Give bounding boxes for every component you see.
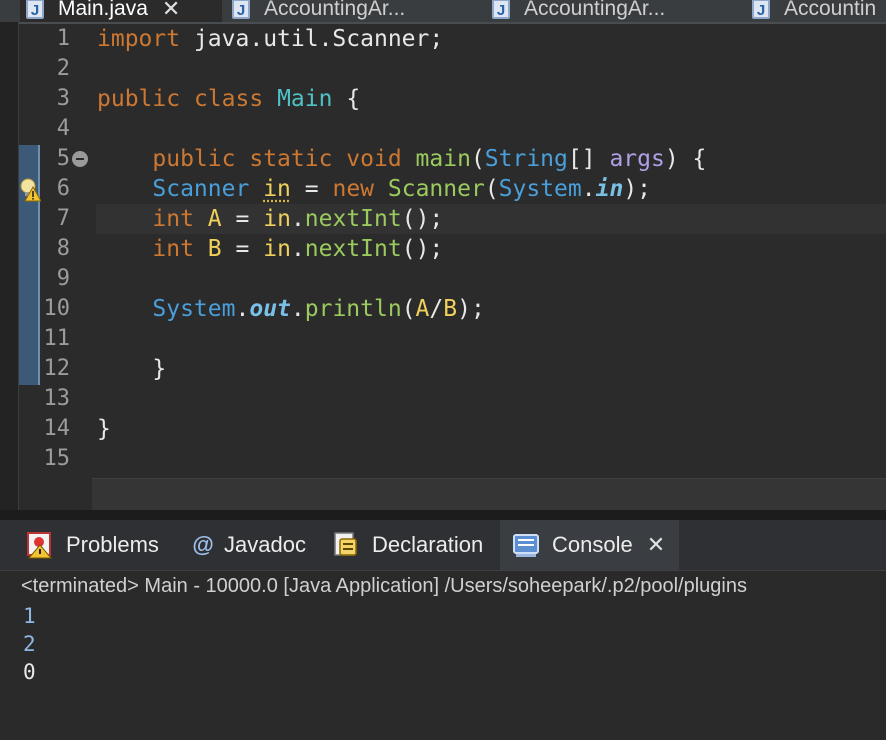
code-line: 15 (19, 444, 886, 474)
tab-accounting-2[interactable]: J AccountingAr... (492, 0, 665, 22)
code-text: public class Main { (97, 86, 361, 112)
line-number: 4 (56, 116, 70, 141)
code-line: 13 (19, 384, 886, 414)
code-line: 14 } (19, 414, 886, 444)
line-number: 10 (43, 296, 71, 321)
code-line: 9 (19, 264, 886, 294)
tab-label: Problems (66, 532, 159, 557)
line-number: 11 (43, 326, 71, 351)
code-line: 5 public static void main(String[] args)… (19, 144, 886, 174)
code-text: int B = in.nextInt(); (152, 236, 444, 262)
tab-label: Declaration (372, 532, 484, 557)
code-line: 2 (19, 54, 886, 84)
line-number: 14 (43, 416, 71, 441)
tab-console[interactable]: Console ✕ (500, 520, 680, 570)
code-line: 11 (19, 324, 886, 354)
tab-javadoc[interactable]: @ Javadoc (192, 520, 306, 570)
line-number: 13 (43, 386, 71, 411)
tab-accounting-3[interactable]: J Accountin (752, 0, 876, 22)
code-line: 3 public class Main { (19, 84, 886, 114)
code-text: int A = in.nextInt(); (152, 206, 444, 232)
console-output[interactable]: 1 2 0 (23, 602, 36, 686)
code-text: import java.util.Scanner; (97, 26, 444, 52)
horizontal-scrollbar[interactable] (92, 478, 886, 511)
line-number: 2 (56, 56, 70, 81)
declaration-icon (334, 532, 357, 556)
code-text: Scanner in = new Scanner(System.in); (152, 176, 652, 202)
console-line: 1 (23, 604, 36, 628)
code-line: 4 (19, 114, 886, 144)
code-line: 8 int B = in.nextInt(); (19, 234, 886, 264)
line-number: 7 (56, 206, 70, 231)
panel-separator[interactable] (0, 510, 886, 520)
tab-declaration[interactable]: Declaration (332, 520, 483, 570)
console-icon (513, 534, 539, 557)
code-line: 1 import java.util.Scanner; (19, 24, 886, 54)
tab-problems[interactable]: Problems (26, 520, 159, 570)
tab-label: Accountin (784, 0, 877, 20)
java-file-icon: J (752, 0, 770, 19)
fold-collapse-icon[interactable] (72, 151, 88, 167)
java-file-icon: J (232, 0, 250, 19)
console-line: 2 (23, 632, 36, 656)
line-number: 15 (43, 446, 71, 471)
code-text: } (97, 416, 111, 442)
tab-label: Console (552, 532, 633, 557)
problems-icon (27, 532, 53, 559)
tab-label: Javadoc (224, 532, 306, 557)
line-number: 3 (56, 86, 70, 111)
bottom-panel: Problems @ Javadoc Declaration Console ✕ (0, 520, 886, 740)
tab-label: AccountingAr... (524, 0, 666, 20)
code-line: 7 int A = in.nextInt(); (19, 204, 886, 234)
line-number: 9 (56, 266, 70, 291)
java-file-icon: J (26, 0, 44, 19)
code-text: } (152, 356, 167, 382)
line-number: 1 (56, 26, 70, 51)
console-status: <terminated> Main - 10000.0 [Java Applic… (21, 575, 747, 597)
line-number: 12 (43, 356, 71, 381)
close-icon[interactable]: ✕ (647, 532, 665, 558)
line-number: 5 (56, 146, 70, 171)
console-line: 0 (23, 660, 36, 684)
left-trim (0, 22, 19, 510)
tab-label: AccountingAr... (264, 0, 406, 20)
tab-label: Main.java (58, 0, 148, 20)
code-line: 10 System.out.println(A/B); (19, 294, 886, 324)
code-line: 6 Scanner in = new Scanner(System.in); (19, 174, 886, 204)
warning-lightbulb-icon[interactable] (19, 177, 41, 203)
java-file-icon: J (492, 0, 510, 19)
code-text: public static void main(String[] args) { (152, 146, 707, 172)
panel-tab-bar: Problems @ Javadoc Declaration Console ✕ (0, 520, 886, 571)
tab-main-java[interactable]: J Main.java ✕ (20, 0, 222, 22)
at-sign-icon: @ (192, 532, 214, 557)
editor-tab-bar: J Main.java ✕ J AccountingAr... J Accoun… (0, 0, 886, 24)
line-number: 8 (56, 236, 70, 261)
close-icon[interactable]: ✕ (162, 0, 180, 22)
tab-accounting-1[interactable]: J AccountingAr... (232, 0, 405, 22)
code-line: 12 } (19, 354, 886, 384)
code-editor[interactable]: 1 import java.util.Scanner; 2 3 public c… (19, 24, 886, 511)
code-text: System.out.println(A/B); (152, 296, 485, 322)
